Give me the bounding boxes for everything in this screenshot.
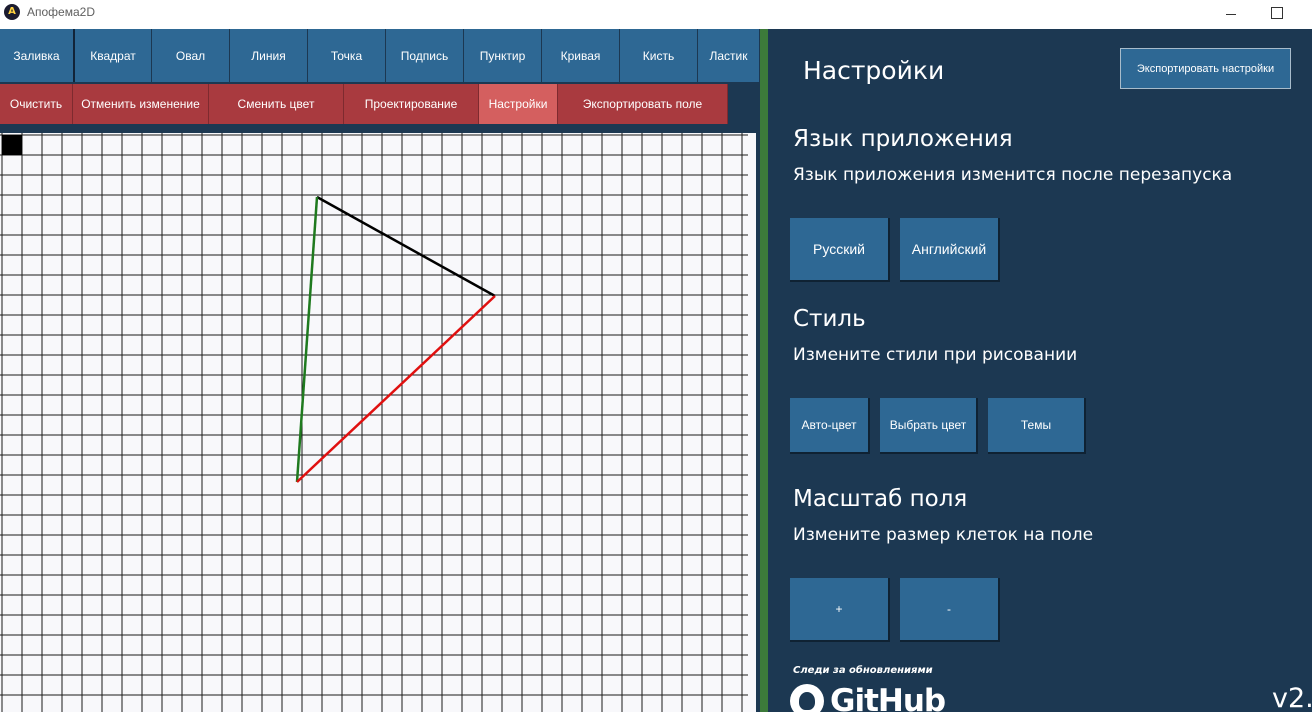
tool-point-button[interactable]: Точка [308,29,386,82]
language-section-subtitle: Язык приложения изменится после перезапу… [793,165,1233,185]
tool-line-button[interactable]: Линия [230,29,308,82]
change-color-button[interactable]: Сменить цвет [209,84,344,124]
style-section-subtitle: Измените стили при рисовании [793,345,1078,365]
window-title: Апофема2D [27,5,95,19]
tool-curve-button[interactable]: Кривая [542,29,620,82]
tools-toolbar: Заливка Квадрат Овал Линия Точка Подпись… [0,29,760,82]
current-color-swatch [2,135,22,155]
follow-updates-text: Следи за обновлениями [793,665,933,676]
zoom-out-button[interactable]: - [900,578,1000,642]
settings-button[interactable]: Настройки [479,84,558,124]
drawing-panel: Заливка Квадрат Овал Линия Точка Подпись… [0,29,760,712]
language-section-title: Язык приложения [793,126,1013,152]
settings-panel: Настройки Экспортировать настройки Язык … [768,29,1312,712]
export-settings-button[interactable]: Экспортировать настройки [1120,48,1291,89]
github-label: GitHub [830,683,946,712]
drawing-canvas[interactable] [0,133,756,712]
language-russian-button[interactable]: Русский [790,218,890,282]
grid-canvas[interactable] [0,133,756,712]
language-english-button[interactable]: Английский [900,218,1000,282]
design-button[interactable]: Проектирование [344,84,479,124]
app-logo-icon: A [4,4,20,20]
auto-color-button[interactable]: Авто-цвет [790,398,870,454]
settings-title: Настройки [803,56,945,85]
scale-section-subtitle: Измените размер клеток на поле [793,525,1094,545]
undo-button[interactable]: Отменить изменение [73,84,209,124]
app-window: A Апофема2D Заливка Квадрат Овал Линия Т… [0,0,1312,712]
version-label: v2.1 [1272,683,1312,712]
maximize-button[interactable] [1254,0,1300,29]
pick-color-button[interactable]: Выбрать цвет [880,398,978,454]
style-section-title: Стиль [793,306,866,332]
zoom-in-button[interactable]: + [790,578,890,642]
canvas-background [0,133,756,712]
tool-label-button[interactable]: Подпись [386,29,464,82]
tool-square-button[interactable]: Квадрат [75,29,152,82]
title-bar: A Апофема2D [0,0,1312,29]
tool-fill-button[interactable]: Заливка [0,29,75,82]
tool-dashed-button[interactable]: Пунктир [464,29,542,82]
github-icon [790,684,824,712]
tool-brush-button[interactable]: Кисть [620,29,698,82]
actions-toolbar: Очистить Отменить изменение Сменить цвет… [0,84,760,124]
tool-eraser-button[interactable]: Ластик [698,29,760,82]
github-link[interactable]: GitHub [790,681,946,712]
panel-splitter[interactable] [760,29,768,712]
scale-section-title: Масштаб поля [793,486,968,512]
export-field-button[interactable]: Экспортировать поле [558,84,728,124]
minimize-button[interactable] [1208,0,1254,29]
tool-oval-button[interactable]: Овал [152,29,230,82]
themes-button[interactable]: Темы [988,398,1086,454]
clear-button[interactable]: Очистить [0,84,73,124]
